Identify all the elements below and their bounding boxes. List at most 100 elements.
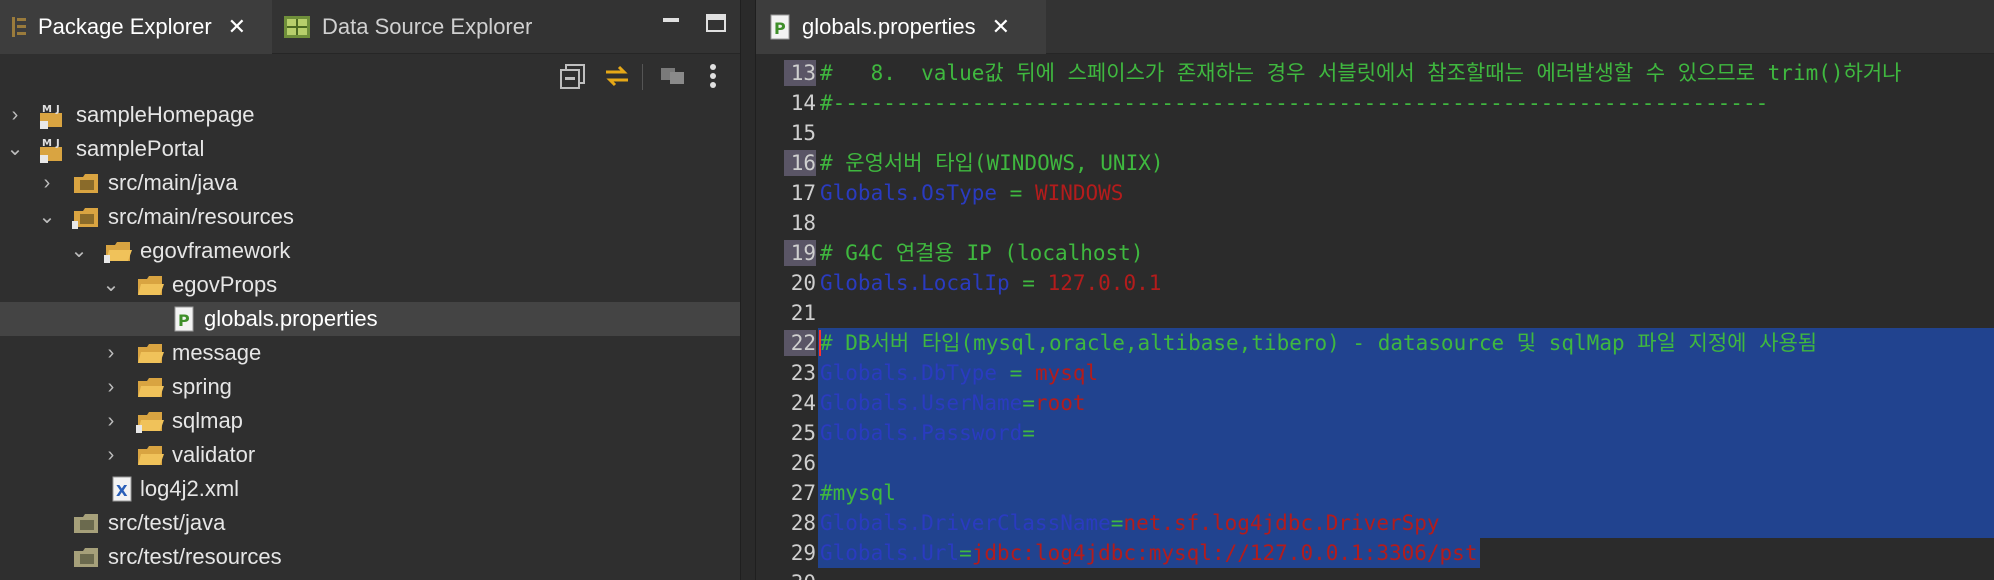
tree-item-spring[interactable]: › spring <box>0 370 740 404</box>
close-icon[interactable]: ✕ <box>992 14 1010 40</box>
tree-item-sampleportal[interactable]: ⌄ MJ samplePortal <box>0 132 740 166</box>
tree-item-label: egovProps <box>172 272 278 297</box>
property-value: mysql <box>1034 361 1099 385</box>
line-number: 28 <box>790 511 816 535</box>
folder-icon <box>136 271 166 299</box>
close-icon[interactable]: ✕ <box>228 14 246 40</box>
chevron-down-icon[interactable]: ⌄ <box>102 275 120 295</box>
property-key: Globals.UserName <box>820 391 1023 415</box>
line-number: 22 <box>784 330 816 356</box>
chevron-right-icon[interactable]: › <box>38 173 56 193</box>
view-menu-icon[interactable] <box>706 62 720 90</box>
tree-item-message[interactable]: › message <box>0 336 740 370</box>
tree-item-label: spring <box>172 374 232 399</box>
tab-package-explorer-label: Package Explorer <box>38 14 212 39</box>
package-explorer-panel: Package Explorer ✕ Data Source Explorer <box>0 0 740 580</box>
code-line: # G4C 연결용 IP (localhost) <box>820 238 1143 268</box>
source-folder-icon <box>72 169 102 197</box>
svg-text:X: X <box>116 482 128 500</box>
code-editor[interactable]: 13 14 15 16 17 18 19 20 21 22 23 24 25 26 27 28 29 30 # 8… <box>756 54 1994 580</box>
svg-text:M: M <box>42 138 52 149</box>
svg-text:J: J <box>55 138 60 149</box>
chevron-down-icon[interactable]: ⌄ <box>38 207 56 227</box>
line-number: 23 <box>790 361 816 385</box>
tree-item-label: src/main/resources <box>108 204 294 229</box>
tree-item-egovprops[interactable]: ⌄ egovProps <box>0 268 740 302</box>
panel-splitter[interactable] <box>740 0 756 580</box>
line-number: 14 <box>790 91 816 115</box>
assignment-operator: = <box>1110 511 1124 535</box>
assignment-operator: = <box>997 181 1035 205</box>
tree-item-label: src/test/resources <box>108 544 282 569</box>
tab-package-explorer[interactable]: Package Explorer ✕ <box>0 0 272 54</box>
tree-item-label: sqlmap <box>172 408 243 433</box>
project-icon: MJ <box>38 135 68 163</box>
code-comment: # 8. value값 뒤에 스페이스가 존재하는 경우 서블릿에서 참조할때는… <box>820 61 1902 85</box>
tree-item-label: globals.properties <box>204 306 378 331</box>
tree-item-src-main-resources[interactable]: ⌄ src/main/resources <box>0 200 740 234</box>
line-number: 26 <box>790 451 816 475</box>
tree-item-egovframework[interactable]: ⌄ egovframework <box>0 234 740 268</box>
line-number: 19 <box>784 240 816 266</box>
package-explorer-icon <box>12 17 26 37</box>
tree-item-label: egovframework <box>140 238 291 263</box>
minimize-icon[interactable] <box>660 12 684 34</box>
tree-item-label: sampleHomepage <box>76 102 255 127</box>
line-number: 20 <box>790 271 816 295</box>
folder-icon <box>136 339 166 367</box>
line-number-gutter: 13 14 15 16 17 18 19 20 21 22 23 24 25 26 27 28 29 30 <box>756 54 818 580</box>
tab-data-source-explorer[interactable]: Data Source Explorer <box>272 0 572 54</box>
code-line: #mysql <box>820 478 896 508</box>
tree-item-src-test-resources[interactable]: src/test/resources <box>0 540 740 574</box>
line-number: 18 <box>790 211 816 235</box>
code-line: Globals.Url=jdbc:log4jdbc:mysql://127.0.… <box>820 538 1477 568</box>
assignment-operator: = <box>1022 391 1035 415</box>
line-number: 24 <box>790 391 816 415</box>
tree-item-samplehomepage[interactable]: › MJ sampleHomepage <box>0 98 740 132</box>
chevron-down-icon[interactable]: ⌄ <box>70 241 88 261</box>
code-line: # 8. value값 뒤에 스페이스가 존재하는 경우 서블릿에서 참조할때는… <box>820 58 1902 88</box>
tree-item-label: validator <box>172 442 256 467</box>
svg-text:M: M <box>42 104 52 115</box>
line-number: 29 <box>790 541 816 565</box>
property-value: net.sf.log4jdbc.DriverSpy <box>1123 511 1440 535</box>
editor-tab-label: globals.properties <box>802 14 976 39</box>
property-key: Globals.LocalIp <box>820 271 1010 295</box>
tree-item-src-test-java[interactable]: src/test/java <box>0 506 740 540</box>
link-with-editor-icon[interactable] <box>602 62 632 90</box>
editor-panel: P globals.properties ✕ 13 14 15 16 17 18 19 20 2… <box>756 0 1994 580</box>
tree-item-src-main-java[interactable]: › src/main/java <box>0 166 740 200</box>
tree-item-label: src/main/java <box>108 170 238 195</box>
code-line: Globals.UserName=root <box>820 388 1086 418</box>
tab-globals-properties[interactable]: P globals.properties ✕ <box>756 0 1046 54</box>
maximize-icon[interactable] <box>704 12 728 34</box>
chevron-down-icon[interactable]: ⌄ <box>6 139 24 159</box>
chevron-right-icon[interactable]: › <box>102 445 120 465</box>
chevron-right-icon[interactable]: › <box>6 105 24 125</box>
code-line: Globals.LocalIp = 127.0.0.1 <box>820 268 1161 298</box>
collapse-all-icon[interactable] <box>558 62 588 90</box>
line-number: 25 <box>790 421 816 445</box>
line-number: 17 <box>790 181 816 205</box>
property-key: Globals.Password <box>820 421 1023 445</box>
tree-item-label: log4j2.xml <box>140 476 240 501</box>
code-comment: # 운영서버 타입(WINDOWS, UNIX) <box>820 151 1164 175</box>
line-number: 16 <box>784 150 816 176</box>
line-number: 30 <box>784 570 816 580</box>
line-number: 21 <box>790 301 816 325</box>
chevron-right-icon[interactable]: › <box>102 343 120 363</box>
chevron-right-icon[interactable]: › <box>102 377 120 397</box>
property-value: WINDOWS <box>1034 181 1124 205</box>
tree-item-globals-properties[interactable]: P globals.properties <box>0 302 740 336</box>
tree-item-log4j2-xml[interactable]: X log4j2.xml <box>0 472 740 506</box>
tree-item-sqlmap[interactable]: › sqlmap <box>0 404 740 438</box>
code-line: Globals.DriverClassName=net.sf.log4jdbc.… <box>820 508 1440 538</box>
source-folder-icon <box>72 203 102 231</box>
tree-item-validator[interactable]: › validator <box>0 438 740 472</box>
code-text-area[interactable]: # 8. value값 뒤에 스페이스가 존재하는 경우 서블릿에서 참조할때는… <box>818 54 1994 580</box>
property-key: Globals.DriverClassName <box>820 511 1111 535</box>
data-source-explorer-icon <box>284 16 310 38</box>
chevron-right-icon[interactable]: › <box>102 411 120 431</box>
properties-file-icon: P <box>172 305 202 333</box>
focus-icon[interactable] <box>658 62 688 90</box>
